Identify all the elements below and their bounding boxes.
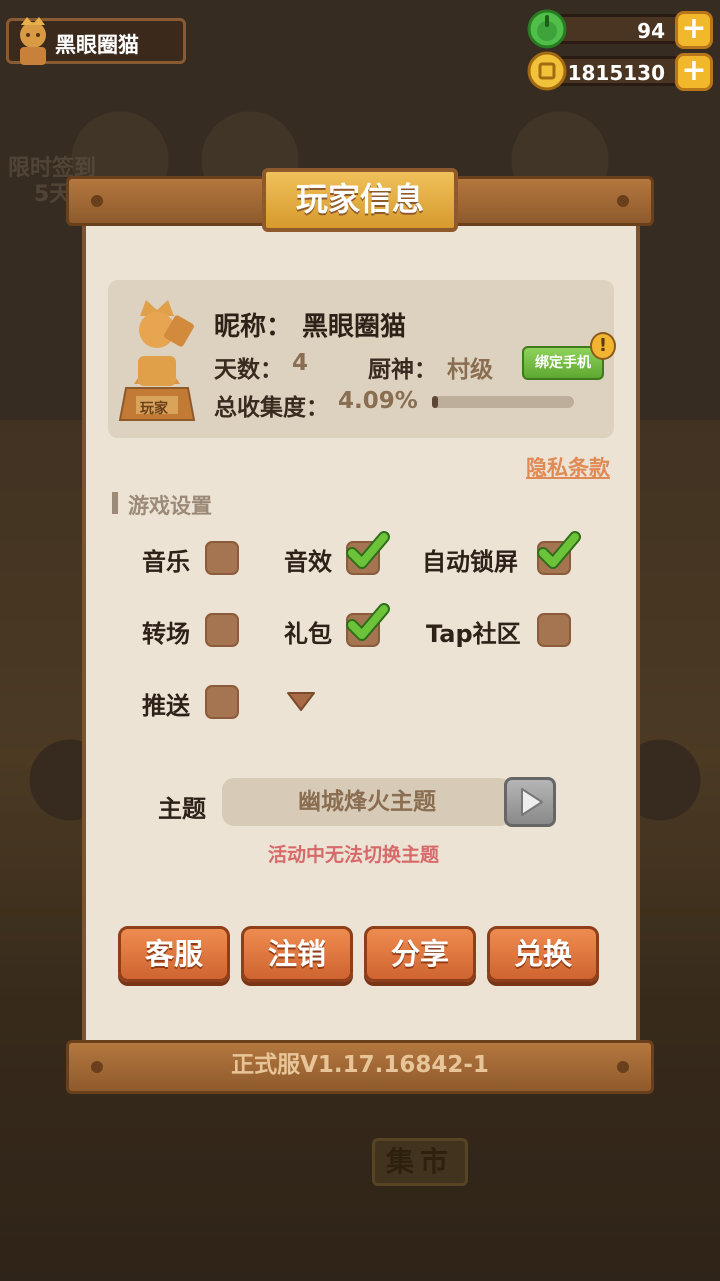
collection-progress-bar (432, 396, 574, 408)
option-label-transition: 转场 (142, 620, 190, 648)
giftpack-checkbox[interactable] (346, 603, 390, 647)
option-label-push: 推送 (142, 692, 190, 720)
privacy-policy-link[interactable]: 隐私条款 (526, 452, 610, 482)
alert-icon: ! (590, 332, 616, 360)
option-label-tap-community: Tap社区 (426, 620, 521, 648)
share-button[interactable]: 分享 (364, 926, 476, 982)
energy-bar: 94 + (527, 9, 713, 49)
add-energy-button[interactable]: + (675, 11, 713, 49)
checkmark-icon (346, 603, 390, 641)
coins-bar: 1815130 + (527, 51, 713, 91)
coin-icon (527, 51, 567, 91)
redeem-button[interactable]: 兑换 (487, 926, 599, 982)
checkmark-icon (346, 531, 390, 569)
days-value: 4 (292, 350, 309, 376)
chef-value: 村级 (447, 357, 493, 383)
add-coins-button[interactable]: + (675, 53, 713, 91)
player-profile-pill[interactable]: 黑眼圈猫 (6, 17, 186, 65)
option-label-music: 音乐 (142, 548, 190, 576)
energy-icon (527, 9, 567, 49)
nail-icon (617, 195, 629, 207)
autolock-checkbox[interactable] (537, 531, 581, 575)
theme-selector[interactable]: 幽城烽火主题 (222, 778, 512, 826)
music-checkbox[interactable] (205, 541, 239, 575)
player-avatar-icon (20, 17, 46, 65)
collection-progress-fill (432, 396, 438, 408)
collection-label: 总收集度： (214, 395, 329, 421)
days-label: 天数： (214, 357, 283, 383)
energy-value: 94 (637, 19, 665, 43)
tap-community-checkbox[interactable] (537, 613, 571, 647)
panel-title: 玩家信息 (262, 168, 458, 232)
coins-value: 1815130 (567, 61, 665, 85)
collection-value: 4.09% (338, 388, 418, 414)
player-name: 黑眼圈猫 (55, 33, 139, 57)
chef-label: 厨神： (368, 357, 437, 383)
option-label-giftpack: 礼包 (284, 620, 332, 648)
expand-triangle-icon[interactable] (286, 690, 316, 712)
customer-service-button[interactable]: 客服 (118, 926, 230, 982)
trophy-badge-label: 玩家 (140, 401, 168, 417)
push-checkbox[interactable] (205, 685, 239, 719)
theme-locked-note: 活动中无法切换主题 (268, 844, 440, 866)
play-icon (521, 788, 543, 816)
theme-next-button[interactable] (504, 777, 556, 827)
checkmark-icon (537, 531, 581, 569)
section-marker (112, 492, 118, 514)
logout-button[interactable]: 注销 (241, 926, 353, 982)
transition-checkbox[interactable] (205, 613, 239, 647)
option-label-sfx: 音效 (284, 548, 332, 576)
version-label: 正式服V1.17.16842-1 (231, 1052, 489, 1078)
nickname-label: 昵称： (214, 312, 293, 342)
settings-section-title: 游戏设置 (128, 494, 212, 518)
nickname-value: 黑眼圈猫 (302, 312, 407, 342)
theme-label: 主题 (158, 795, 206, 823)
option-label-autolock: 自动锁屏 (422, 548, 518, 576)
sfx-checkbox[interactable] (346, 531, 390, 575)
nail-icon (91, 195, 103, 207)
